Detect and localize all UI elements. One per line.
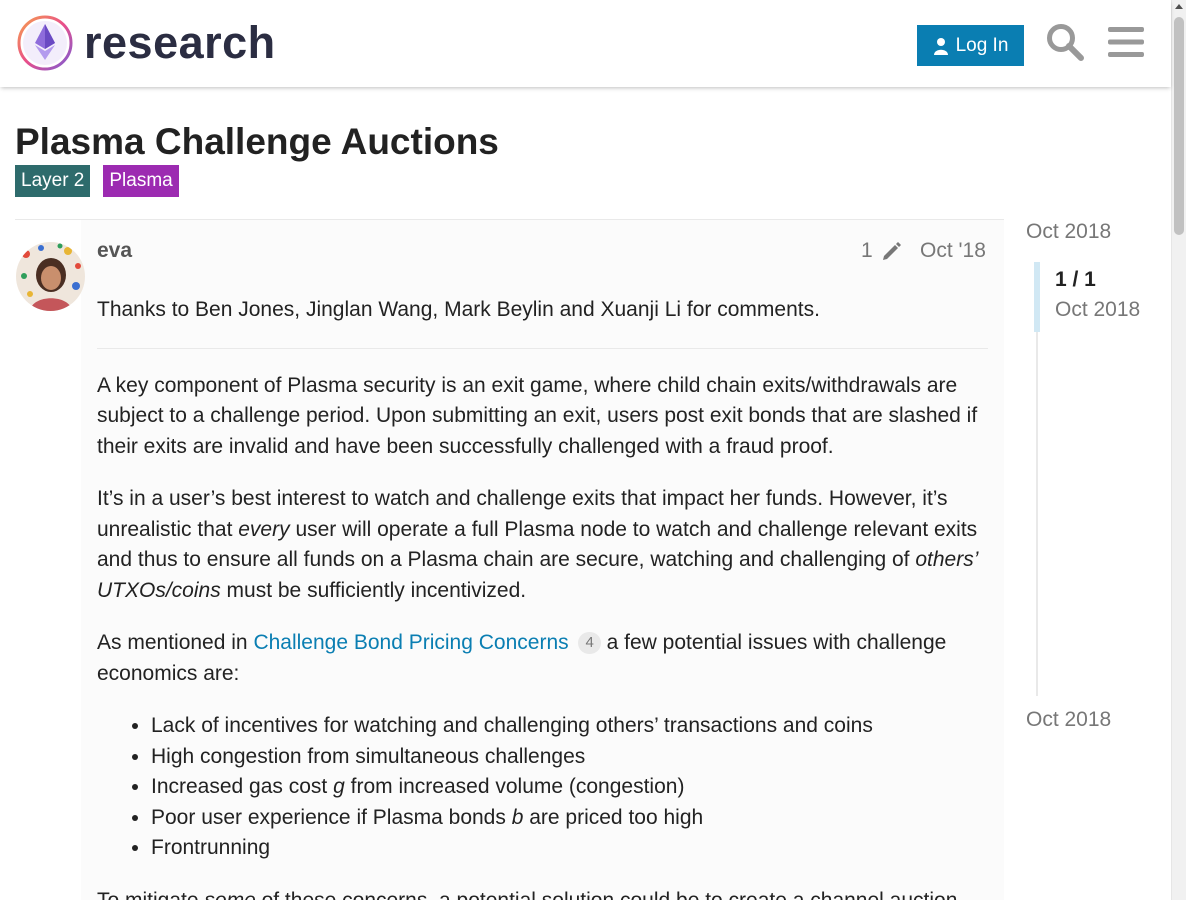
scroll-thumb[interactable] [1174,17,1184,235]
edit-count: 1 [861,239,873,262]
logo-text: research [84,17,276,68]
site-header: research Log In [0,0,1171,87]
post-thanks: Thanks to Ben Jones, Jinglan Wang, Mark … [97,298,820,321]
timeline-end-date[interactable]: Oct 2018 [1026,708,1111,732]
ethereum-logo-icon [17,15,73,71]
avatar[interactable] [16,242,85,311]
pencil-icon [882,242,901,260]
post-paragraph-2: It’s in a user’s best interest to watch … [97,487,978,602]
post-body: Thanks to Ben Jones, Jinglan Wang, Mark … [97,295,992,900]
list-item: Poor user experience if Plasma bonds b a… [151,803,992,834]
timeline-current-date: Oct 2018 [1055,298,1141,321]
post-username[interactable]: eva [97,239,132,263]
login-button[interactable]: Log In [917,25,1024,66]
search-icon [1047,24,1084,61]
scroll-up-arrow-icon[interactable] [1175,4,1183,9]
login-label: Log In [955,34,1009,56]
timeline-handle[interactable] [1034,262,1040,332]
topic-tags: Layer 2 Plasma [15,165,179,197]
site-logo[interactable]: research [16,14,276,72]
page-scrollbar[interactable] [1171,0,1186,900]
search-button[interactable] [1043,20,1087,64]
challenge-bond-link[interactable]: Challenge Bond Pricing Concerns [253,631,568,654]
tag-plasma[interactable]: Plasma [103,165,179,197]
list-item: High congestion from simultaneous challe… [151,742,992,773]
post-paragraph-4: To mitigate some of these concerns, a po… [97,888,958,900]
topic-title[interactable]: Plasma Challenge Auctions [15,120,499,164]
list-item: Increased gas cost g from increased volu… [151,772,992,803]
list-item: Lack of incentives for watching and chal… [151,711,992,742]
user-icon [933,37,948,55]
post-edit-history[interactable]: 1 [861,239,903,263]
post-hr [97,347,988,349]
link-click-count-badge: 4 [578,632,601,654]
timeline-post-counter: 1 / 1 [1055,268,1096,291]
user-avatar-image [16,242,85,311]
timeline-start-date[interactable]: Oct 2018 [1026,220,1111,244]
hamburger-menu-button[interactable] [1104,20,1148,64]
post-date[interactable]: Oct '18 [920,239,986,263]
post-paragraph-3: As mentioned in Challenge Bond Pricing C… [97,631,947,685]
post-paragraph-1: A key component of Plasma security is an… [97,373,978,458]
issues-list: Lack of incentives for watching and chal… [151,711,992,864]
tag-layer-2[interactable]: Layer 2 [15,165,91,197]
list-item: Frontrunning [151,833,992,864]
hamburger-icon [1108,27,1144,57]
